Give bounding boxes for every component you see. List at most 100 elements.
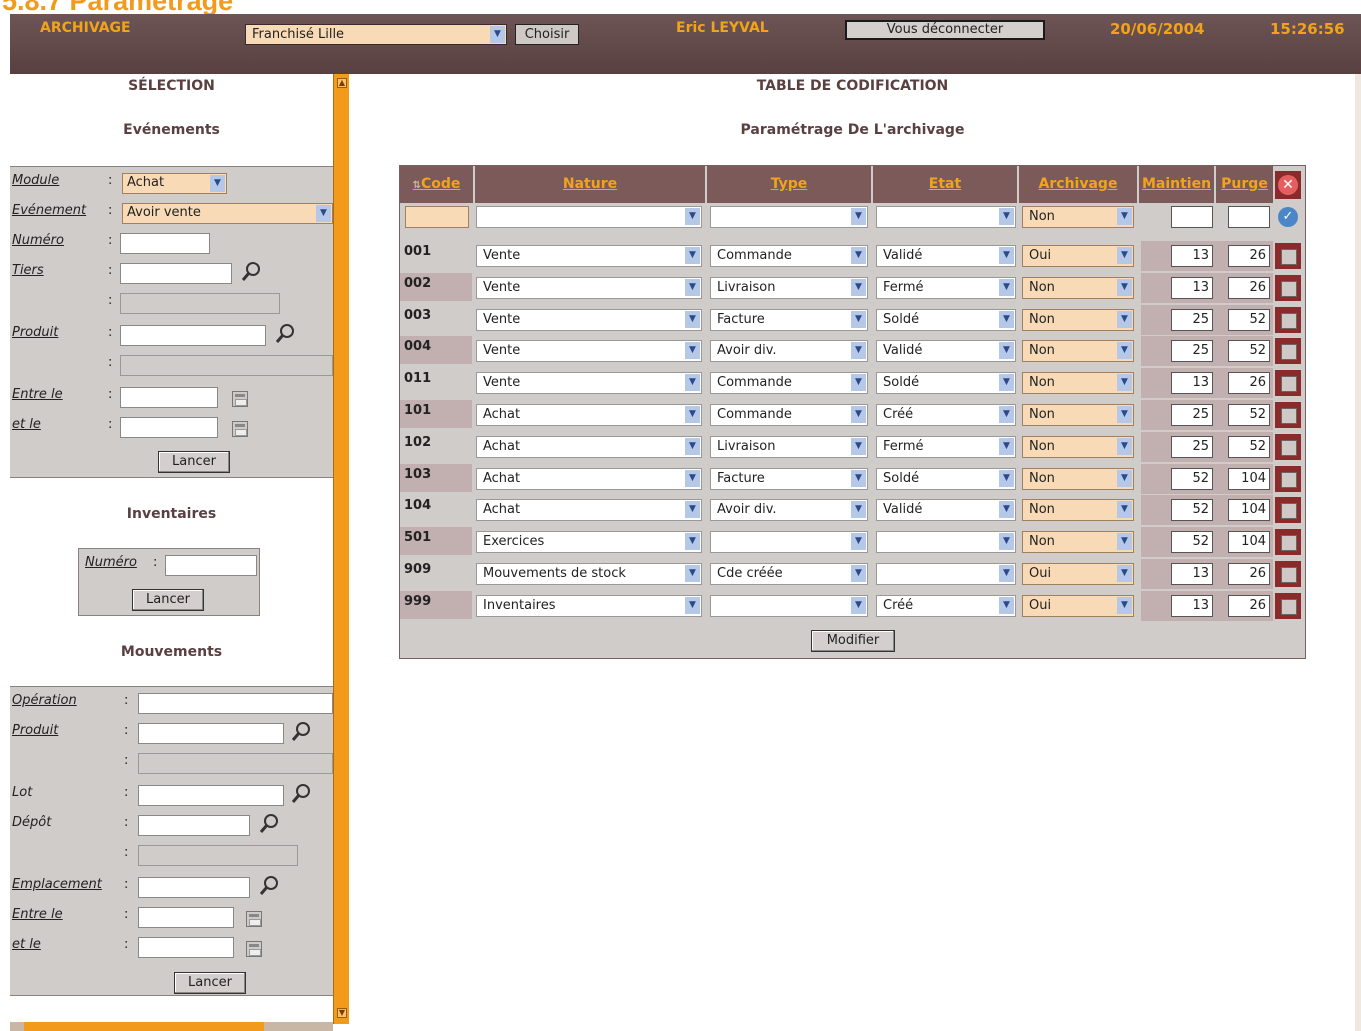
modify-button[interactable]: Modifier (811, 630, 895, 652)
row-delete-checkbox[interactable] (1275, 466, 1301, 492)
column-header-code[interactable]: ⇅Code (400, 166, 475, 203)
row-type-select[interactable]: Avoir div. ▼ (710, 499, 868, 521)
row-nature-select[interactable]: Exercices ▼ (476, 531, 702, 553)
sidebar-horizontal-scrollbar[interactable] (10, 1022, 333, 1031)
row-etat-select[interactable]: Créé ▼ (876, 404, 1016, 426)
row-maintien-input[interactable]: 25 (1171, 309, 1213, 331)
row-archivage-select[interactable]: Non ▼ (1022, 372, 1134, 394)
row-type-select[interactable]: ▼ (710, 531, 868, 553)
row-etat-select[interactable]: Validé ▼ (876, 245, 1016, 267)
row-delete-checkbox[interactable] (1275, 497, 1301, 523)
lot-input[interactable] (138, 785, 284, 806)
filter-type-select[interactable]: ▼ (710, 206, 868, 228)
calendar-icon[interactable] (246, 941, 262, 957)
row-nature-select[interactable]: Achat ▼ (476, 499, 702, 521)
row-etat-select[interactable]: Soldé ▼ (876, 372, 1016, 394)
row-archivage-select[interactable]: Oui ▼ (1022, 245, 1134, 267)
column-header-type[interactable]: Type (707, 166, 873, 203)
number-input[interactable] (120, 233, 210, 254)
row-purge-input[interactable]: 26 (1228, 563, 1270, 585)
scroll-up-icon[interactable]: ▲ (337, 78, 347, 88)
search-icon[interactable] (290, 783, 312, 805)
inventory-number-input[interactable] (165, 555, 257, 576)
site-select[interactable]: Franchisé Lille ▼ (245, 24, 507, 45)
calendar-icon[interactable] (246, 911, 262, 927)
row-maintien-input[interactable]: 13 (1171, 595, 1213, 617)
search-icon[interactable] (290, 721, 312, 743)
third-party-input[interactable] (120, 263, 232, 284)
scroll-down-icon[interactable]: ▼ (337, 1008, 347, 1018)
row-nature-select[interactable]: Vente ▼ (476, 309, 702, 331)
depot-input[interactable] (138, 815, 250, 836)
row-maintien-input[interactable]: 13 (1171, 277, 1213, 299)
row-purge-input[interactable]: 26 (1228, 277, 1270, 299)
row-delete-checkbox[interactable] (1275, 434, 1301, 460)
module-select[interactable]: Achat ▼ (122, 173, 227, 194)
row-type-select[interactable]: Commande ▼ (710, 404, 868, 426)
movement-product-input[interactable] (138, 723, 284, 744)
delete-icon[interactable]: ✕ (1278, 175, 1298, 195)
row-type-select[interactable]: Facture ▼ (710, 468, 868, 490)
row-delete-checkbox[interactable] (1275, 402, 1301, 428)
events-submit-button[interactable]: Lancer (158, 451, 230, 473)
row-purge-input[interactable]: 52 (1228, 340, 1270, 362)
row-etat-select[interactable]: Validé ▼ (876, 499, 1016, 521)
choose-button[interactable]: Choisir (515, 24, 579, 45)
row-delete-checkbox[interactable] (1275, 338, 1301, 364)
row-archivage-select[interactable]: Non ▼ (1022, 309, 1134, 331)
row-type-select[interactable]: Facture ▼ (710, 309, 868, 331)
row-type-select[interactable]: Livraison ▼ (710, 277, 868, 299)
filter-maintien-input[interactable] (1171, 206, 1213, 228)
row-nature-select[interactable]: Achat ▼ (476, 404, 702, 426)
row-delete-checkbox[interactable] (1275, 275, 1301, 301)
row-nature-select[interactable]: Inventaires ▼ (476, 595, 702, 617)
location-input[interactable] (138, 877, 250, 898)
row-etat-select[interactable]: ▼ (876, 563, 1016, 585)
row-type-select[interactable]: Livraison ▼ (710, 436, 868, 458)
row-maintien-input[interactable]: 13 (1171, 372, 1213, 394)
from-date-input[interactable] (120, 387, 218, 408)
product-input[interactable] (120, 325, 266, 346)
row-etat-select[interactable]: Soldé ▼ (876, 468, 1016, 490)
movements-submit-button[interactable]: Lancer (174, 972, 246, 994)
movement-from-date-input[interactable] (138, 907, 234, 928)
row-maintien-input[interactable]: 13 (1171, 563, 1213, 585)
filter-purge-input[interactable] (1228, 206, 1270, 228)
row-archivage-select[interactable]: Non ▼ (1022, 436, 1134, 458)
row-nature-select[interactable]: Mouvements de stock ▼ (476, 563, 702, 585)
row-nature-select[interactable]: Vente ▼ (476, 372, 702, 394)
logout-button[interactable]: Vous déconnecter (845, 20, 1045, 40)
row-purge-input[interactable]: 52 (1228, 404, 1270, 426)
row-etat-select[interactable]: Validé ▼ (876, 340, 1016, 362)
calendar-icon[interactable] (232, 421, 248, 437)
row-nature-select[interactable]: Vente ▼ (476, 245, 702, 267)
row-maintien-input[interactable]: 52 (1171, 468, 1213, 490)
search-icon[interactable] (274, 323, 296, 345)
row-maintien-input[interactable]: 25 (1171, 404, 1213, 426)
row-maintien-input[interactable]: 52 (1171, 531, 1213, 553)
row-nature-select[interactable]: Achat ▼ (476, 468, 702, 490)
row-maintien-input[interactable]: 25 (1171, 436, 1213, 458)
filter-code-input[interactable] (405, 206, 469, 228)
movement-to-date-input[interactable] (138, 937, 234, 958)
row-purge-input[interactable]: 26 (1228, 372, 1270, 394)
row-etat-select[interactable]: Fermé ▼ (876, 436, 1016, 458)
operation-input[interactable] (138, 693, 333, 714)
row-maintien-input[interactable]: 52 (1171, 499, 1213, 521)
column-header-maintien[interactable]: Maintien (1139, 166, 1216, 203)
search-icon[interactable] (240, 261, 262, 283)
row-delete-checkbox[interactable] (1275, 243, 1301, 269)
column-header-etat[interactable]: Etat (873, 166, 1019, 203)
check-icon[interactable]: ✓ (1278, 207, 1298, 227)
filter-nature-select[interactable]: ▼ (476, 206, 702, 228)
row-delete-checkbox[interactable] (1275, 307, 1301, 333)
row-nature-select[interactable]: Vente ▼ (476, 277, 702, 299)
row-purge-input[interactable]: 26 (1228, 595, 1270, 617)
event-select[interactable]: Avoir vente ▼ (122, 203, 333, 224)
row-etat-select[interactable]: Fermé ▼ (876, 277, 1016, 299)
column-header-purge[interactable]: Purge (1216, 166, 1273, 203)
row-delete-checkbox[interactable] (1275, 529, 1301, 555)
scrollbar-thumb[interactable] (24, 1022, 264, 1031)
column-header-nature[interactable]: Nature (475, 166, 707, 203)
row-purge-input[interactable]: 104 (1228, 468, 1270, 490)
